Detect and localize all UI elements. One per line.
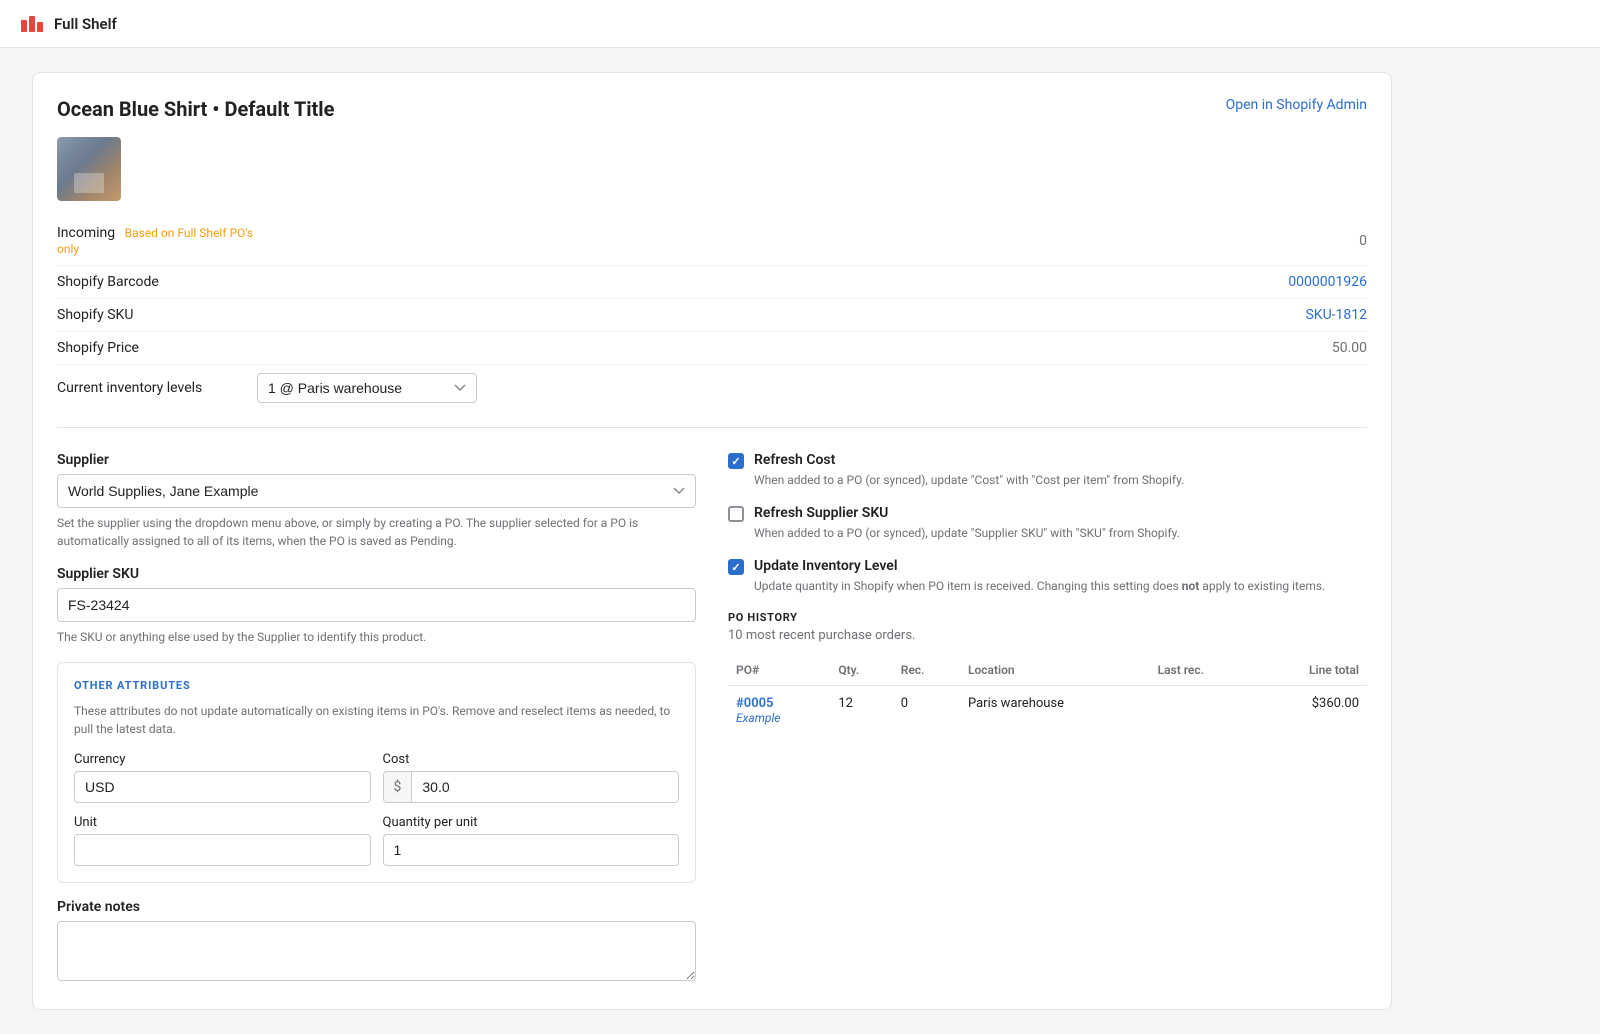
po-table-header: PO# Qty. Rec. Location Last rec. Line to… <box>728 655 1367 686</box>
left-column: Supplier World Supplies, Jane Example Se… <box>57 452 696 985</box>
barcode-value: 0000001926 <box>257 274 1367 290</box>
refresh-sku-title: Refresh Supplier SKU <box>754 505 1180 521</box>
unit-label: Unit <box>74 815 371 830</box>
product-card: Ocean Blue Shirt • Default Title Open in… <box>32 72 1392 1010</box>
po-num-cell: #0005 Example <box>728 686 830 737</box>
inventory-row: Current inventory levels 1 @ Paris wareh… <box>57 365 1367 411</box>
update-inventory-checkmark: ✓ <box>731 562 740 573</box>
qty-per-unit-group: Quantity per unit <box>383 815 680 866</box>
refresh-cost-checkmark: ✓ <box>731 456 740 467</box>
col-rec: Rec. <box>893 655 960 686</box>
supplier-sku-hint: The SKU or anything else used by the Sup… <box>57 628 696 646</box>
update-inventory-checkbox[interactable]: ✓ <box>728 559 744 575</box>
refresh-cost-content: Refresh Cost When added to a PO (or sync… <box>754 452 1184 489</box>
po-last-rec-cell <box>1150 686 1256 737</box>
supplier-select[interactable]: World Supplies, Jane Example <box>57 474 696 508</box>
update-inventory-desc: Update quantity in Shopify when PO item … <box>754 577 1325 595</box>
barcode-row: Shopify Barcode 0000001926 <box>57 266 1367 299</box>
supplier-label: Supplier <box>57 452 696 468</box>
price-label: Shopify Price <box>57 340 257 356</box>
refresh-cost-desc: When added to a PO (or synced), update "… <box>754 471 1184 489</box>
col-line-total: Line total <box>1255 655 1367 686</box>
refresh-cost-checkbox[interactable]: ✓ <box>728 453 744 469</box>
attr-grid: Currency Cost $ Unit <box>74 752 679 866</box>
supplier-sku-label: Supplier SKU <box>57 566 696 582</box>
shopify-admin-link[interactable]: Open in Shopify Admin <box>1226 97 1367 113</box>
unit-input[interactable] <box>74 834 371 866</box>
main-content: Ocean Blue Shirt • Default Title Open in… <box>0 48 1600 1034</box>
incoming-value: 0 <box>257 233 1367 249</box>
po-history-subtitle: 10 most recent purchase orders. <box>728 628 1367 643</box>
refresh-sku-row: ✓ Refresh Supplier SKU When added to a P… <box>728 505 1367 542</box>
unit-group: Unit <box>74 815 371 866</box>
update-inventory-row: ✓ Update Inventory Level Update quantity… <box>728 558 1367 595</box>
product-title: Ocean Blue Shirt • Default Title <box>57 97 334 121</box>
refresh-sku-desc: When added to a PO (or synced), update "… <box>754 524 1180 542</box>
barcode-label: Shopify Barcode <box>57 274 257 290</box>
refresh-cost-row: ✓ Refresh Cost When added to a PO (or sy… <box>728 452 1367 489</box>
price-value: 50.00 <box>257 340 1367 356</box>
supplier-sku-group: Supplier SKU The SKU or anything else us… <box>57 566 696 646</box>
qty-per-unit-label: Quantity per unit <box>383 815 680 830</box>
po-line-total-cell: $360.00 <box>1255 686 1367 737</box>
cost-group: Cost $ <box>383 752 680 803</box>
po-history-table: PO# Qty. Rec. Location Last rec. Line to… <box>728 655 1367 736</box>
incoming-label: Incoming Based on Full Shelf PO's only <box>57 225 257 257</box>
currency-label: Currency <box>74 752 371 767</box>
po-history-title: PO HISTORY <box>728 611 1367 624</box>
update-inventory-title: Update Inventory Level <box>754 558 1325 574</box>
update-inventory-content: Update Inventory Level Update quantity i… <box>754 558 1325 595</box>
po-location-cell: Paris warehouse <box>960 686 1150 737</box>
sku-value: SKU-1812 <box>257 307 1367 323</box>
po-num-link[interactable]: #0005 <box>736 696 822 711</box>
private-notes-label: Private notes <box>57 899 696 915</box>
product-image <box>57 137 121 201</box>
info-rows: Incoming Based on Full Shelf PO's only 0… <box>57 217 1367 411</box>
private-notes-group: Private notes <box>57 899 696 985</box>
col-po-num: PO# <box>728 655 830 686</box>
product-image-placeholder <box>57 137 121 201</box>
inventory-select[interactable]: 1 @ Paris warehouse <box>257 373 477 403</box>
currency-group: Currency <box>74 752 371 803</box>
qty-per-unit-input[interactable] <box>383 834 680 866</box>
refresh-sku-checkbox[interactable]: ✓ <box>728 506 744 522</box>
section-divider <box>57 427 1367 428</box>
app-logo[interactable]: Full Shelf <box>16 12 117 36</box>
price-row: Shopify Price 50.00 <box>57 332 1367 365</box>
po-qty-cell: 12 <box>830 686 892 737</box>
incoming-row: Incoming Based on Full Shelf PO's only 0 <box>57 217 1367 266</box>
sku-label: Shopify SKU <box>57 307 257 323</box>
cost-input-wrapper: $ <box>383 771 680 803</box>
refresh-cost-title: Refresh Cost <box>754 452 1184 468</box>
other-attributes-title: OTHER ATTRIBUTES <box>74 679 679 692</box>
col-last-rec: Last rec. <box>1150 655 1256 686</box>
cost-label: Cost <box>383 752 680 767</box>
app-title: Full Shelf <box>54 15 117 33</box>
right-column: ✓ Refresh Cost When added to a PO (or sy… <box>728 452 1367 736</box>
refresh-sku-content: Refresh Supplier SKU When added to a PO … <box>754 505 1180 542</box>
logo-icon <box>16 12 48 36</box>
private-notes-textarea[interactable] <box>57 921 696 981</box>
inventory-label: Current inventory levels <box>57 380 257 396</box>
product-header: Ocean Blue Shirt • Default Title Open in… <box>57 97 1367 121</box>
other-attributes-hint: These attributes do not update automatic… <box>74 702 679 738</box>
currency-input[interactable] <box>74 771 371 803</box>
col-location: Location <box>960 655 1150 686</box>
col-qty: Qty. <box>830 655 892 686</box>
supplier-sku-input[interactable] <box>57 588 696 622</box>
table-row: #0005 Example 12 0 Paris warehouse $360.… <box>728 686 1367 737</box>
topbar: Full Shelf <box>0 0 1600 48</box>
other-attributes-box: OTHER ATTRIBUTES These attributes do not… <box>57 662 696 883</box>
cost-input[interactable] <box>412 772 678 802</box>
po-rec-cell: 0 <box>893 686 960 737</box>
sku-row: Shopify SKU SKU-1812 <box>57 299 1367 332</box>
supplier-hint: Set the supplier using the dropdown menu… <box>57 514 696 550</box>
po-history-section: PO HISTORY 10 most recent purchase order… <box>728 611 1367 736</box>
cost-prefix: $ <box>384 772 413 802</box>
supplier-group: Supplier World Supplies, Jane Example Se… <box>57 452 696 550</box>
po-sublabel: Example <box>736 711 780 725</box>
details-grid: Supplier World Supplies, Jane Example Se… <box>57 452 1367 985</box>
